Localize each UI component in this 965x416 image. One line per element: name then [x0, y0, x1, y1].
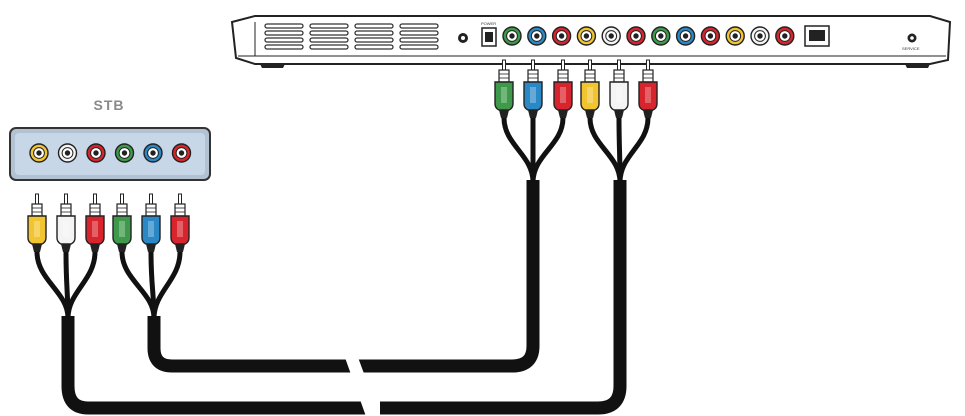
- stb-port-green: [114, 143, 135, 163]
- device-port-red: [551, 26, 572, 46]
- stb-port-red: [171, 143, 192, 163]
- power-label: POWER: [481, 21, 496, 26]
- device-plug-red: [638, 59, 658, 118]
- device-port-blue: [527, 26, 547, 46]
- stb-plug-blue: [141, 193, 161, 252]
- connection-diagram: POWER SERVICE: [9, 15, 952, 416]
- device-port-blue: [675, 26, 696, 46]
- device-plug-yellow: [580, 59, 600, 118]
- stb-port-white: [57, 143, 78, 163]
- stb-plug-yellow: [27, 193, 47, 252]
- device-port-green: [502, 26, 522, 46]
- stb-box: [9, 127, 211, 181]
- device-port-red: [626, 26, 646, 46]
- stb-port-red: [86, 143, 106, 163]
- device-plug-green: [494, 59, 514, 118]
- device-plug-white: [609, 59, 629, 118]
- device-plug-red: [553, 59, 573, 118]
- device-plug-blue: [523, 59, 543, 118]
- stb-plug-red: [170, 193, 190, 252]
- stb-port-blue: [143, 143, 163, 163]
- stb-plug-green: [112, 193, 132, 252]
- service-label: SERVICE: [902, 46, 920, 51]
- device-port-green: [651, 26, 671, 46]
- device-port-white: [601, 26, 621, 46]
- device-port-red: [700, 26, 721, 46]
- device-plug-row: [494, 59, 658, 118]
- stb-plug-white: [56, 193, 76, 252]
- stb-port-yellow: [29, 143, 49, 163]
- device-port-yellow: [725, 26, 745, 46]
- stb-plug-row: [27, 193, 190, 252]
- device-port-yellow: [576, 26, 597, 46]
- device-port-white: [750, 26, 770, 46]
- device-port-red: [775, 26, 795, 46]
- stb-plug-red: [85, 193, 105, 252]
